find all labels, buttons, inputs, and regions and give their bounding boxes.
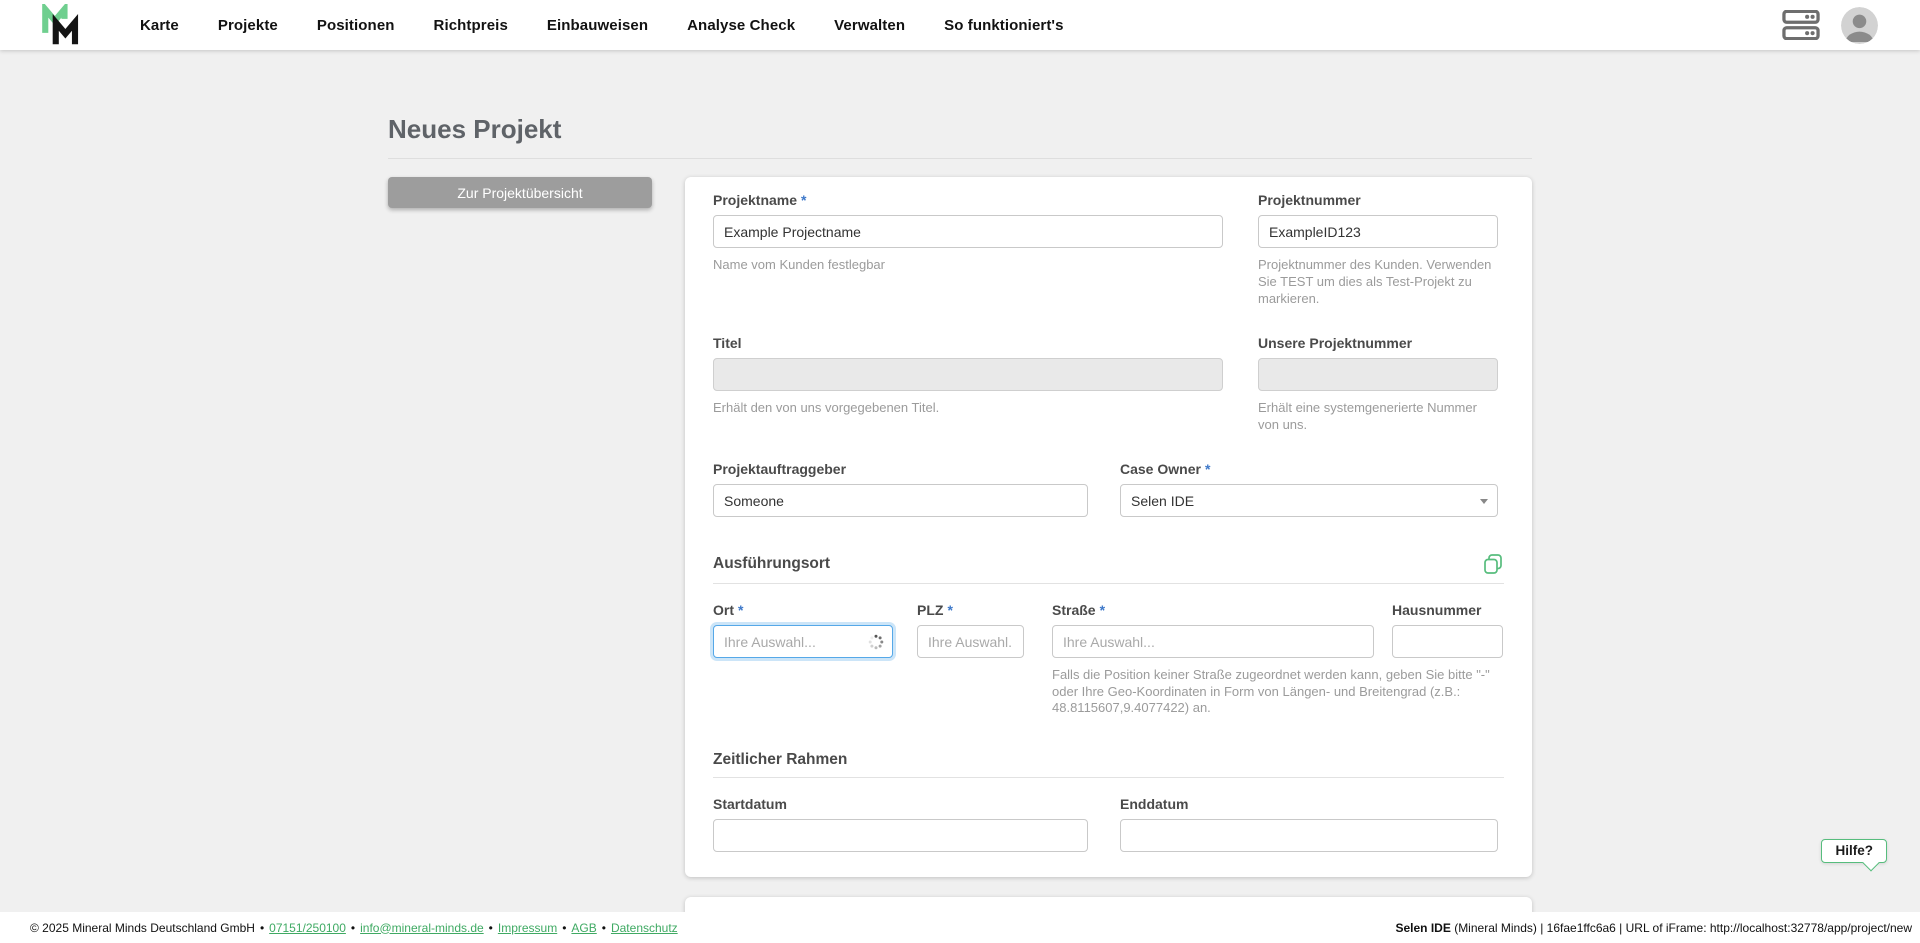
plz-input[interactable] — [917, 625, 1024, 658]
nav-item-richtpreis[interactable]: Richtpreis — [434, 17, 508, 34]
chevron-down-icon — [1480, 499, 1488, 504]
footer-link-impressum[interactable]: Impressum — [498, 921, 557, 935]
field-case-owner: Case Owner* Selen IDE — [1120, 461, 1498, 517]
footer-link-agb[interactable]: AGB — [571, 921, 596, 935]
projektname-label: Projektname* — [713, 192, 1223, 208]
footer-link-phone[interactable]: 07151/250100 — [269, 921, 346, 935]
unsere-projektnummer-input — [1258, 358, 1498, 391]
new-project-form-card: Projektname* Name vom Kunden festlegbar … — [685, 177, 1532, 877]
field-unsere-projektnummer: Unsere Projektnummer Erhält eine systemg… — [1258, 335, 1498, 433]
section-ausfuehrungsort-title: Ausführungsort — [713, 555, 830, 573]
main-content: Neues Projekt Zur Projektübersicht Proje… — [0, 50, 1920, 912]
field-ort: Ort* — [713, 602, 893, 658]
next-form-card — [685, 897, 1532, 913]
user-avatar[interactable] — [1841, 7, 1878, 44]
footer: © 2025 Mineral Minds Deutschland GmbH • … — [0, 912, 1920, 943]
footer-session-info: Selen IDE (Mineral Minds) | 16fae1ffc6a6… — [1396, 921, 1913, 935]
required-asterisk: * — [738, 602, 743, 618]
projektname-helper: Name vom Kunden festlegbar — [713, 256, 1223, 273]
strasse-label: Straße* — [1052, 602, 1374, 618]
section-zeitlicher-rahmen: Zeitlicher Rahmen — [713, 751, 1504, 769]
projektnummer-helper: Projektnummer des Kunden. Verwenden Sie … — [1258, 256, 1498, 307]
zur-projektuebersicht-button[interactable]: Zur Projektübersicht — [388, 177, 652, 208]
case-owner-selected-value: Selen IDE — [1131, 493, 1194, 509]
titel-helper: Erhält den von uns vorgegebenen Titel. — [713, 399, 1223, 416]
logo-icon — [40, 4, 82, 46]
field-strasse: Straße* — [1052, 602, 1374, 658]
mineral-minds-logo[interactable] — [40, 4, 82, 46]
projektnummer-label: Projektnummer — [1258, 192, 1498, 208]
case-owner-select[interactable]: Selen IDE — [1120, 484, 1498, 517]
field-hausnummer: Hausnummer — [1392, 602, 1503, 658]
hausnummer-input[interactable] — [1392, 625, 1503, 658]
required-asterisk: * — [1205, 461, 1210, 477]
footer-left: © 2025 Mineral Minds Deutschland GmbH • … — [30, 921, 678, 935]
titel-label: Titel — [713, 335, 1223, 351]
titel-input — [713, 358, 1223, 391]
field-projektnummer: Projektnummer Projektnummer des Kunden. … — [1258, 192, 1498, 307]
nav-item-analyse-check[interactable]: Analyse Check — [687, 17, 795, 34]
projektname-input[interactable] — [713, 215, 1223, 248]
nav-item-so-funktionierts[interactable]: So funktioniert's — [944, 17, 1063, 34]
nav-item-karte[interactable]: Karte — [140, 17, 179, 34]
unsere-projektnummer-helper: Erhält eine systemgenerierte Nummer von … — [1258, 399, 1498, 433]
page-title: Neues Projekt — [388, 114, 1532, 145]
field-projektauftraggeber: Projektauftraggeber — [713, 461, 1088, 517]
field-plz: PLZ* — [917, 602, 1024, 658]
strasse-helper: Falls die Position keiner Straße zugeord… — [1052, 667, 1514, 717]
footer-link-email[interactable]: info@mineral-minds.de — [360, 921, 484, 935]
hilfe-button[interactable]: Hilfe? — [1821, 839, 1887, 863]
main-nav: Karte Projekte Positionen Richtpreis Ein… — [140, 17, 1064, 34]
nav-item-verwalten[interactable]: Verwalten — [834, 17, 905, 34]
footer-link-datenschutz[interactable]: Datenschutz — [611, 921, 678, 935]
nav-item-einbauweisen[interactable]: Einbauweisen — [547, 17, 648, 34]
title-divider — [388, 158, 1532, 159]
strasse-input[interactable] — [1052, 625, 1374, 658]
section-divider — [713, 583, 1504, 584]
footer-user-name: Selen IDE — [1396, 921, 1451, 935]
left-column: Zur Projektübersicht — [388, 177, 652, 208]
copy-location-button[interactable] — [1482, 553, 1504, 575]
section-ausfuehrungsort: Ausführungsort — [713, 553, 1504, 575]
required-asterisk: * — [1100, 602, 1105, 618]
startdatum-label: Startdatum — [713, 796, 1088, 812]
enddatum-label: Enddatum — [1120, 796, 1498, 812]
field-projektname: Projektname* Name vom Kunden festlegbar — [713, 192, 1223, 273]
field-enddatum: Enddatum — [1120, 796, 1498, 852]
case-owner-label: Case Owner* — [1120, 461, 1498, 477]
projektauftraggeber-input[interactable] — [713, 484, 1088, 517]
ort-input[interactable] — [713, 625, 893, 658]
copyright-text: © 2025 Mineral Minds Deutschland GmbH — [30, 921, 255, 935]
footer-iframe-info: (Mineral Minds) | 16fae1ffc6a6 | URL of … — [1451, 921, 1912, 935]
nav-item-positionen[interactable]: Positionen — [317, 17, 395, 34]
user-avatar-icon — [1841, 7, 1878, 44]
section-divider — [713, 777, 1504, 778]
section-zeitlicher-rahmen-title: Zeitlicher Rahmen — [713, 751, 847, 769]
plz-label: PLZ* — [917, 602, 1024, 618]
ort-label: Ort* — [713, 602, 893, 618]
server-icon[interactable] — [1781, 10, 1821, 40]
required-asterisk: * — [947, 602, 952, 618]
enddatum-input[interactable] — [1120, 819, 1498, 852]
top-navigation-bar: Karte Projekte Positionen Richtpreis Ein… — [0, 0, 1920, 50]
projektauftraggeber-label: Projektauftraggeber — [713, 461, 1088, 477]
projektnummer-input[interactable] — [1258, 215, 1498, 248]
startdatum-input[interactable] — [713, 819, 1088, 852]
required-asterisk: * — [801, 192, 806, 208]
topbar-right-actions — [1781, 7, 1878, 44]
nav-item-projekte[interactable]: Projekte — [218, 17, 278, 34]
loading-spinner-icon — [868, 634, 884, 650]
field-titel: Titel Erhält den von uns vorgegebenen Ti… — [713, 335, 1223, 416]
copy-icon — [1482, 553, 1504, 575]
field-startdatum: Startdatum — [713, 796, 1088, 852]
hausnummer-label: Hausnummer — [1392, 602, 1503, 618]
unsere-projektnummer-label: Unsere Projektnummer — [1258, 335, 1498, 351]
